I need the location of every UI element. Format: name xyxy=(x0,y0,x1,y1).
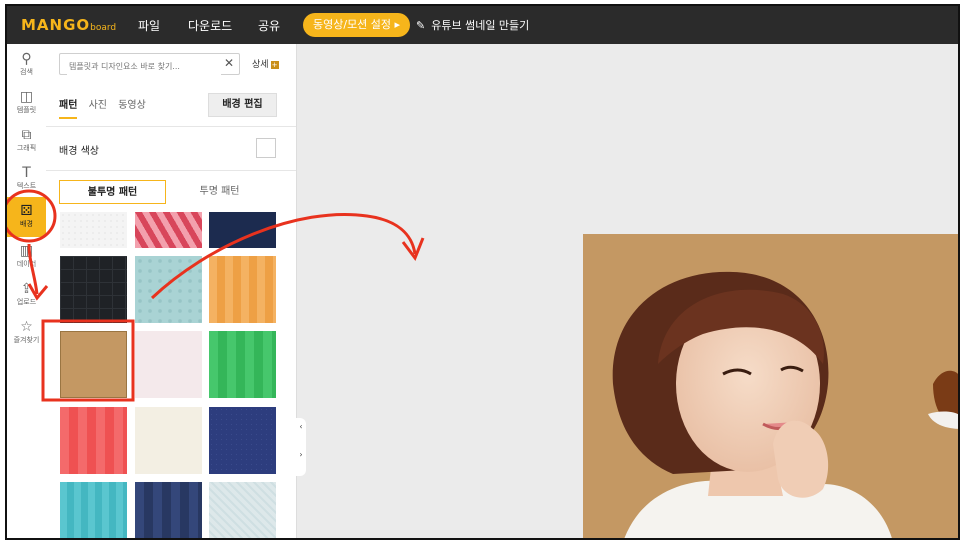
mangoboard-logo[interactable]: MANGOboard xyxy=(21,16,116,34)
pattern-tile[interactable] xyxy=(209,407,276,474)
pattern-tile[interactable] xyxy=(60,407,127,474)
top-bar: MANGOboard 파일 다운로드 공유 동영상/모션 설정 ▸ ✎ 유튜브 썸… xyxy=(7,6,958,44)
rail-data[interactable]: ▥ 데이터 xyxy=(7,241,46,277)
portrait-photo xyxy=(612,271,958,538)
rail-search[interactable]: ⚲ 검색 xyxy=(7,49,46,85)
tab-photo[interactable]: 사진 xyxy=(89,96,107,117)
search-box: ✕ xyxy=(59,53,240,77)
close-icon[interactable]: ✕ xyxy=(224,56,234,70)
pattern-tile[interactable] xyxy=(135,256,202,323)
divider xyxy=(46,126,296,127)
motion-settings-button[interactable]: 동영상/모션 설정 ▸ xyxy=(303,13,411,37)
menu-file[interactable]: 파일 xyxy=(138,17,160,34)
pattern-tile[interactable] xyxy=(60,212,127,248)
star-icon: ☆ xyxy=(20,319,33,335)
document-title[interactable]: ✎ 유튜브 썸네일 만들기 xyxy=(416,17,529,33)
rail-template[interactable]: ◫ 템플릿 xyxy=(7,87,46,123)
search-icon: ⚲ xyxy=(21,51,32,67)
tab-opaque-pattern[interactable]: 불투명 패턴 xyxy=(59,180,166,204)
upload-icon: ⇪ xyxy=(20,281,33,297)
chart-icon: ▥ xyxy=(19,243,34,259)
template-icon: ◫ xyxy=(19,89,34,105)
graphic-icon: ⧉ xyxy=(21,127,32,143)
pattern-tile[interactable] xyxy=(135,407,202,474)
edit-background-button[interactable]: 배경 편집 xyxy=(208,93,277,117)
pattern-tile[interactable] xyxy=(209,482,276,538)
pattern-tile[interactable] xyxy=(209,331,276,398)
search-input[interactable] xyxy=(67,56,221,77)
pattern-tile[interactable] xyxy=(135,482,202,538)
bg-color-swatch[interactable] xyxy=(256,138,276,158)
rail-upload[interactable]: ⇪ 업로드 xyxy=(7,279,46,315)
rail-favorites[interactable]: ☆ 즐겨찾기 xyxy=(7,317,46,353)
rail-graphic[interactable]: ⧉ 그래픽 xyxy=(7,125,46,161)
panel-tabs: 패턴 사진 동영상 xyxy=(59,96,154,119)
pattern-tile[interactable] xyxy=(135,331,202,398)
design-canvas[interactable] xyxy=(583,234,958,538)
chevron-right-icon: › xyxy=(299,450,303,459)
background-panel: ✕ 상세+ 패턴 사진 동영상 배경 편집 배경 색상 불투명 패턴 투명 패턴 xyxy=(46,44,297,538)
tab-transparent-pattern[interactable]: 투명 패턴 xyxy=(166,180,273,204)
menu-share[interactable]: 공유 xyxy=(258,17,280,34)
tab-pattern[interactable]: 패턴 xyxy=(59,96,78,119)
app-window: MANGOboard 파일 다운로드 공유 동영상/모션 설정 ▸ ✎ 유튜브 썸… xyxy=(5,4,960,540)
rail-text[interactable]: T 텍스트 xyxy=(7,163,46,199)
chevron-left-icon: ‹ xyxy=(299,422,303,431)
tab-video[interactable]: 동영상 xyxy=(118,96,146,117)
menu-download[interactable]: 다운로드 xyxy=(188,17,232,34)
plus-icon: + xyxy=(270,60,279,69)
divider xyxy=(46,170,296,171)
pattern-tile[interactable] xyxy=(60,256,127,323)
bg-color-label: 배경 색상 xyxy=(59,146,99,157)
detail-button[interactable]: 상세 + xyxy=(252,57,279,70)
panel-collapse-handle[interactable]: ‹ › xyxy=(296,418,306,476)
pencil-icon: ✎ xyxy=(416,19,426,32)
pattern-tile-kraft[interactable] xyxy=(60,331,127,398)
pattern-tile[interactable] xyxy=(60,482,127,538)
pattern-tile[interactable] xyxy=(209,256,276,323)
pattern-tile[interactable] xyxy=(135,212,202,248)
left-rail: ⚲ 검색 ◫ 템플릿 ⧉ 그래픽 T 텍스트 ⚄ 배경 ▥ 데이터 ⇪ 업로드 ☆ 즐겨찾기 xyxy=(7,44,47,538)
rail-background[interactable]: ⚄ 배경 xyxy=(7,197,46,237)
text-icon: T xyxy=(22,165,31,181)
pattern-tile[interactable] xyxy=(209,212,276,248)
background-icon: ⚄ xyxy=(20,203,33,219)
